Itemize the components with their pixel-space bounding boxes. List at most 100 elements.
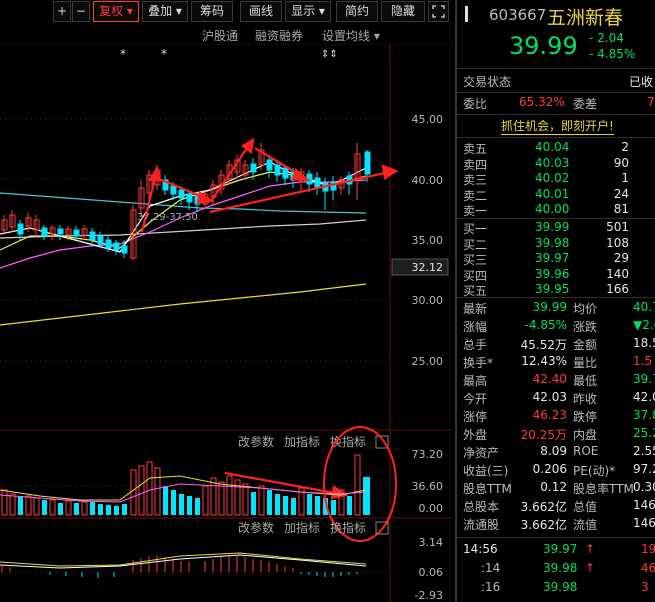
stat-label: 金额 [573,338,598,352]
level-price: 40.02 [535,171,570,185]
stat-value: 97.2 [633,462,655,476]
ind2-switch-link[interactable]: 换指标 [330,520,366,535]
level-volume: 90 [613,155,629,170]
orderbook-row[interactable]: 买一 39.99 501 [463,220,655,236]
stat-value: 8.09 [540,444,567,458]
stat-value: -4.85% [524,318,567,332]
level-volume: 81 [613,202,629,216]
orderbook-row[interactable]: 卖二 40.01 24 [463,186,655,203]
fuquan-button[interactable]: 复权 ▾ [93,1,139,22]
kline-chart[interactable]: 45.00 40.00 35.00 32.12 30.00 25.00 * * … [0,44,453,602]
orderbook-row[interactable]: 买二 39.98 108 [463,235,655,252]
set-ma-label: 设置均线 [322,29,371,43]
event-marker[interactable]: * [161,47,167,61]
stat-label: 最新 [463,302,488,316]
ind2-params-link[interactable]: 改参数 [238,520,274,535]
stat-row: 流通股 3.662亿流值 146.4 [463,516,655,534]
candles [1,143,371,260]
stock-app: + − 复权 ▾ 叠加 ▾ 筹码 画线 显示 ▾ 简约 隐藏 沪股通 融资融券 … [0,0,655,602]
weicha-label: 委差 [573,97,598,111]
orderbook-row[interactable]: 卖一 40.00 81 [463,202,655,218]
zoom-in-button[interactable]: + [53,1,71,22]
level-price: 39.95 [535,282,570,296]
stock-name: 五洲新春 [547,7,624,29]
macd-bars [0,552,367,578]
price-tick-30: 30.00 [412,294,444,307]
level-price: 40.03 [535,155,570,170]
zoom-out-button[interactable]: − [72,1,90,22]
stat-row: 涨停 46.23 跌停 37.8 [463,408,655,426]
stat-label: 股息TTM [463,482,512,496]
stat-label: PE(动)* [573,464,616,478]
stat-value: 45.52万 [520,338,567,352]
orderbook-row[interactable]: 买三 39.97 29 [463,251,655,267]
tick-price: 39.97 [543,542,578,556]
stat-row: 外盘 20.25万内盘 25.27 [463,426,655,444]
expand-icon[interactable] [428,1,449,22]
level-label: 买三 [463,253,488,267]
orderbook-row[interactable]: 卖五 40.04 2 [463,140,655,156]
fuquan-label: 复权 [99,4,124,18]
ind1-params-link[interactable]: 改参数 [238,434,274,449]
level-price: 39.96 [535,266,570,281]
ind1-add-link[interactable]: 加指标 [284,434,320,449]
up-arrow-icon: ↑ [585,542,596,556]
stat-label: 总手 [463,338,488,352]
menu-icon[interactable] [465,6,471,25]
weibi-label: 委比 [463,97,488,111]
level-label: 卖四 [463,157,488,172]
stat-value: 37.8 [633,408,655,422]
ind2-tick-mid: 0.06 [419,566,444,579]
margin-trading-link[interactable]: 融资融券 [255,27,303,44]
status-value: 已收 [629,75,654,89]
chevron-down-icon: ▾ [126,4,133,18]
open-account-ad[interactable]: 抓住机会，即刻开户! [501,117,614,135]
hugutong-link[interactable]: 沪股通 [202,27,238,44]
stat-label: 最高 [463,374,488,388]
orderbook-row[interactable]: 卖四 40.03 90 [463,155,655,172]
ind1-tick-top: 73.20 [412,448,444,461]
stat-label: 最低 [573,374,598,388]
level-volume: 29 [613,251,629,265]
hide-button[interactable]: 隐藏 [381,1,425,22]
event-marker[interactable]: ⇕⇕ [321,49,338,60]
level-volume: 24 [613,186,629,201]
level-volume: 501 [606,220,629,234]
price-tick-25: 25.00 [412,355,444,368]
simple-button[interactable]: 简约 [336,1,378,22]
overlay-button[interactable]: 叠加 ▾ [142,1,188,22]
chip-button[interactable]: 筹码 [191,1,233,22]
stat-label: 收益(三) [463,464,509,478]
level-price: 40.04 [535,140,570,154]
chevron-down-icon: ▾ [318,4,325,18]
event-marker[interactable]: * [120,47,126,61]
price-tick-35: 35.00 [412,234,444,247]
tick-time: :14 [481,561,501,575]
overlay-label: 叠加 [148,4,173,18]
stat-value: 42.40 [532,372,567,386]
stat-label: 量比 [573,356,598,370]
stat-label: 今开 [463,392,488,406]
orderbook-row[interactable]: 买五 39.95 166 [463,282,655,298]
ind2-add-link[interactable]: 加指标 [284,520,320,535]
stat-row: 今开 42.03 昨收 42.0 [463,390,655,408]
status-label: 交易状态 [463,75,512,89]
tick-volume: 3 [641,580,649,594]
orderbook-row[interactable]: 买四 39.96 140 [463,266,655,283]
stat-label: 总值 [573,500,598,514]
orderbook-row[interactable]: 卖三 40.02 1 [463,171,655,187]
stat-value: 39.7 [633,372,655,386]
draw-line-button[interactable]: 画线 [240,1,282,22]
volume-bars [0,454,370,516]
stat-value: 146.4 [633,516,655,530]
stat-label: 流通股 [463,518,500,532]
level-volume: 140 [606,266,629,281]
stat-value: 20.25万 [520,428,567,442]
stat-label: 跌停 [573,410,598,424]
set-ma-link[interactable]: 设置均线 ▾ [322,27,380,44]
stat-label: 外盘 [463,428,488,442]
level-volume: 108 [606,235,629,250]
stat-value: 42.03 [532,390,567,404]
display-button[interactable]: 显示 ▾ [285,1,331,22]
stat-value: 0.12 [540,480,567,494]
